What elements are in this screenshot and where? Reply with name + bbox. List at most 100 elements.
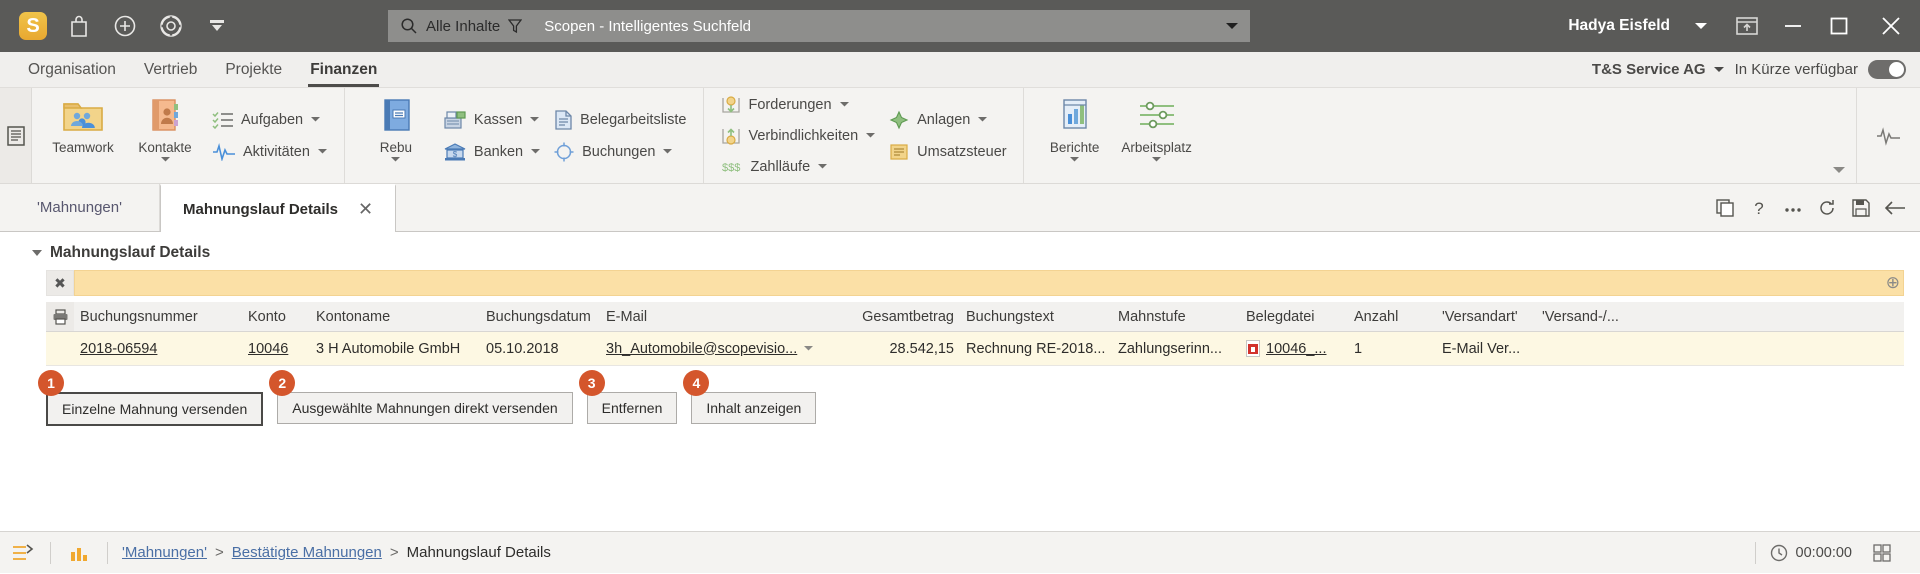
ribbon-button-forderungen[interactable]: Forderungen (720, 92, 877, 118)
search-input[interactable]: Scopen - Intelligentes Suchfeld (532, 18, 1214, 35)
clock-icon (1770, 544, 1788, 562)
duplicate-icon[interactable] (1710, 193, 1740, 223)
filter-input[interactable] (74, 270, 1904, 296)
belegdatei-link[interactable]: 10046_... (1266, 341, 1326, 357)
ribbon-button-kassen[interactable]: Kassen (443, 107, 541, 133)
menu-item-vertrieb[interactable]: Vertrieb (130, 52, 211, 87)
cell-anzahl: 1 (1348, 332, 1436, 365)
menu-bar-right-group: T&S Service AG In Kürze verfügbar (1592, 52, 1920, 87)
ribbon-button-belegarbeitsliste[interactable]: Belegarbeitsliste (553, 107, 686, 133)
print-icon[interactable] (46, 302, 74, 331)
menu-item-projekte[interactable]: Projekte (211, 52, 296, 87)
ribbon-activity-indicator[interactable] (1856, 88, 1920, 183)
column-header-konto[interactable]: Konto (242, 302, 310, 331)
search-filter-label: Alle Inhalte (426, 18, 500, 35)
ribbon-button-teamwork[interactable]: Teamwork (42, 88, 124, 183)
ribbon-button-zahllaeufe[interactable]: $$$ Zahlläufe (720, 154, 877, 180)
show-content-button[interactable]: Inhalt anzeigen (691, 392, 816, 424)
menu-item-organisation[interactable]: Organisation (14, 52, 130, 87)
tab-mahnungen[interactable]: 'Mahnungen' (0, 184, 160, 231)
grid-icon[interactable] (1860, 532, 1904, 574)
chart-bars-icon[interactable] (57, 532, 101, 574)
cell-konto[interactable]: 10046 (242, 332, 310, 365)
panel-title-row: Mahnungslauf Details (0, 232, 1920, 270)
search-dropdown-icon[interactable] (1214, 22, 1250, 31)
filter-clear-button[interactable]: ✖ (46, 270, 74, 296)
remove-button[interactable]: Entfernen (587, 392, 678, 424)
availability-toggle[interactable] (1868, 60, 1906, 79)
buchungsnummer-link[interactable]: 2018-06594 (80, 341, 157, 357)
restore-panel-icon[interactable] (1724, 0, 1770, 52)
ribbon-group-teamwork: Teamwork Kontakte Aufgaben (32, 88, 345, 183)
filter-add-icon[interactable]: ⊕ (1886, 273, 1900, 293)
email-link[interactable]: 3h_Automobile@scopevisio... (606, 341, 797, 357)
table-row[interactable]: 2018-06594 10046 3 H Automobile GmbH 05.… (46, 332, 1904, 366)
page-title: Mahnungslauf Details (50, 244, 210, 262)
breadcrumb-item-mahnungen[interactable]: 'Mahnungen' (122, 544, 207, 561)
ribbon-button-label: Umsatzsteuer (917, 144, 1006, 160)
cell-email[interactable]: 3h_Automobile@scopevisio... (600, 332, 850, 365)
column-header-anzahl[interactable]: Anzahl (1348, 302, 1436, 331)
ribbon-button-aufgaben[interactable]: Aufgaben (212, 107, 328, 133)
send-selected-dunnings-button[interactable]: Ausgewählte Mahnungen direkt versenden (277, 392, 572, 424)
konto-link[interactable]: 10046 (248, 341, 288, 357)
receivables-coin-down-icon (720, 94, 742, 116)
breadcrumb-item-bestaetigte-mahnungen[interactable]: Bestätigte Mahnungen (232, 544, 382, 561)
ribbon-button-umsatzsteuer[interactable]: Umsatzsteuer (888, 139, 1006, 165)
column-header-kontoname[interactable]: Kontoname (310, 302, 480, 331)
more-options-icon[interactable] (1778, 193, 1808, 223)
cell-belegdatei[interactable]: 10046_... (1240, 332, 1348, 365)
collapse-triangle-icon[interactable] (32, 250, 42, 256)
maximize-button[interactable] (1816, 0, 1862, 52)
company-selector[interactable]: T&S Service AG (1592, 61, 1725, 78)
global-search-bar[interactable]: Alle Inhalte Scopen - Intelligentes Such… (388, 10, 1250, 42)
column-header-versand[interactable]: 'Versand-/... (1536, 302, 1904, 331)
help-icon[interactable]: ? (1744, 193, 1774, 223)
ribbon-button-rebu[interactable]: Rebu (355, 88, 437, 183)
minimize-button[interactable] (1770, 0, 1816, 52)
ribbon-expand-button[interactable] (1822, 88, 1856, 183)
refresh-icon[interactable] (1812, 193, 1842, 223)
tab-close-icon[interactable]: ✕ (358, 199, 373, 220)
reports-chart-icon (1055, 96, 1095, 136)
cell-kontoname: 3 H Automobile GmbH (310, 332, 480, 365)
availability-label: In Kürze verfügbar (1735, 61, 1858, 78)
user-name-label[interactable]: Hadya Eisfeld (1568, 17, 1678, 35)
cash-register-icon (443, 110, 467, 130)
ribbon-button-berichte[interactable]: Berichte (1034, 88, 1116, 183)
ribbon-column-kassen: Kassen $ Banken (437, 88, 547, 183)
app-logo-icon[interactable]: S (10, 3, 56, 49)
ribbon-button-verbindlichkeiten[interactable]: Verbindlichkeiten (720, 123, 877, 149)
ribbon-button-banken[interactable]: $ Banken (443, 139, 541, 165)
close-button[interactable] (1862, 0, 1920, 52)
column-header-gesamtbetrag[interactable]: Gesamtbetrag (850, 302, 960, 331)
ribbon-button-buchungen[interactable]: Buchungen (553, 139, 686, 165)
tab-label: 'Mahnungen' (37, 199, 122, 216)
plus-circle-icon[interactable] (102, 3, 148, 49)
breadcrumb-separator: > (215, 544, 224, 561)
workflow-icon[interactable] (0, 532, 44, 574)
lifebuoy-icon[interactable] (148, 3, 194, 49)
ribbon-button-anlagen[interactable]: Anlagen (888, 107, 1006, 133)
cell-buchungsnummer[interactable]: 2018-06594 (74, 332, 242, 365)
ribbon-button-arbeitsplatz[interactable]: Arbeitsplatz (1116, 88, 1198, 183)
search-filter-group[interactable]: Alle Inhalte (388, 17, 532, 35)
chevron-stack-icon[interactable] (194, 3, 240, 49)
column-header-email[interactable]: E-Mail (600, 302, 850, 331)
menu-item-finanzen[interactable]: Finanzen (296, 52, 391, 87)
column-header-mahnstufe[interactable]: Mahnstufe (1112, 302, 1240, 331)
tab-mahnungslauf-details[interactable]: Mahnungslauf Details ✕ (160, 184, 396, 232)
column-header-buchungstext[interactable]: Buchungstext (960, 302, 1112, 331)
user-dropdown-icon[interactable] (1678, 0, 1724, 52)
save-icon[interactable] (1846, 193, 1876, 223)
column-header-versandart[interactable]: 'Versandart' (1436, 302, 1536, 331)
column-header-belegdatei[interactable]: Belegdatei (1240, 302, 1348, 331)
back-arrow-icon[interactable] (1880, 193, 1910, 223)
shop-bag-icon[interactable] (56, 3, 102, 49)
ribbon-button-aktivitaeten[interactable]: Aktivitäten (212, 139, 328, 165)
ribbon-side-rail[interactable] (0, 88, 32, 183)
send-single-dunning-button[interactable]: Einzelne Mahnung versenden (46, 392, 263, 426)
column-header-buchungsnummer[interactable]: Buchungsnummer (74, 302, 242, 331)
column-header-buchungsdatum[interactable]: Buchungsdatum (480, 302, 600, 331)
ribbon-button-kontakte[interactable]: Kontakte (124, 88, 206, 183)
